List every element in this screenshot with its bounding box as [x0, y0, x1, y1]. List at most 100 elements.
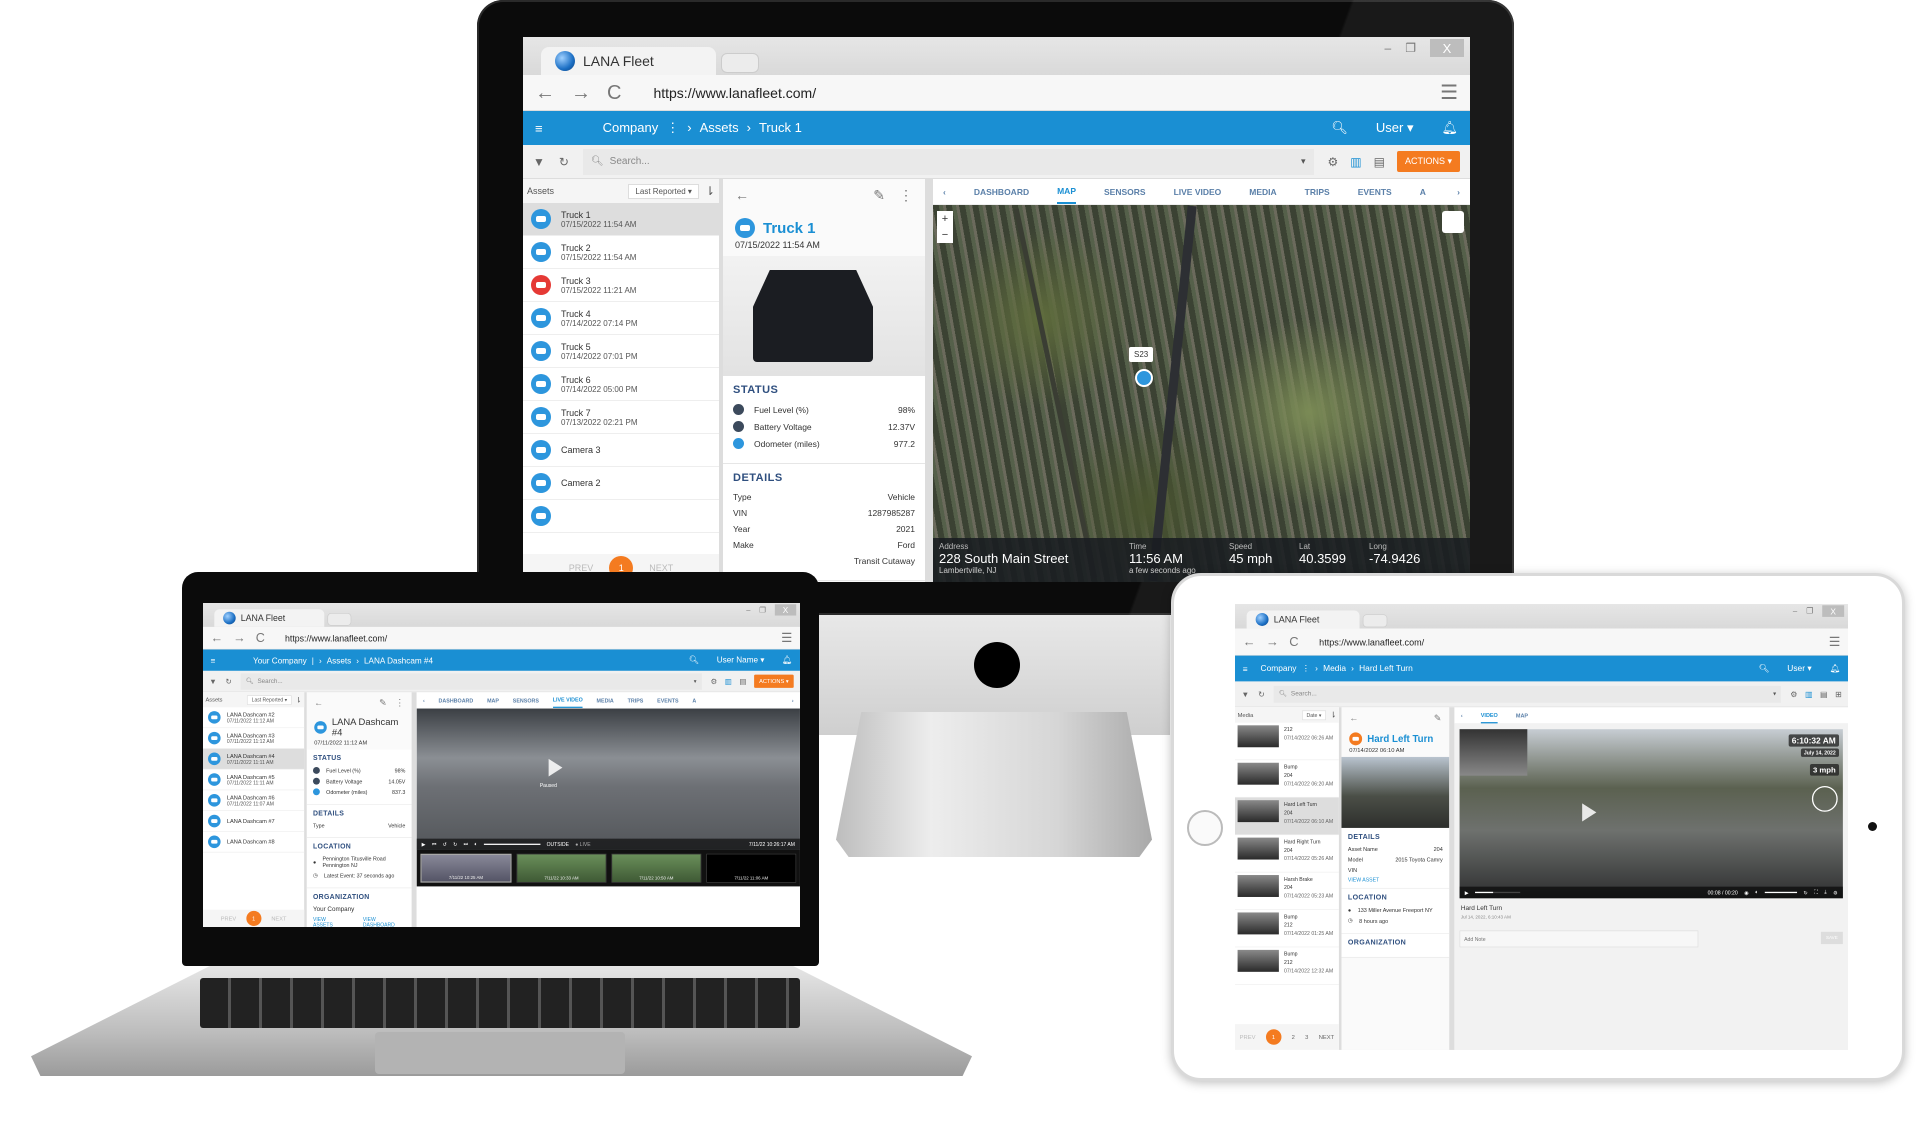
breadcrumb-assets[interactable]: Assets	[327, 655, 352, 664]
caret-down-icon[interactable]: ▾	[1773, 690, 1776, 697]
breadcrumb-company[interactable]: Company	[603, 120, 659, 136]
fullscreen-icon[interactable]: ⛶	[1814, 889, 1818, 895]
search-icon[interactable]: 🔍︎	[689, 655, 699, 665]
tab-sensors[interactable]: SENSORS	[513, 697, 539, 703]
new-tab-button[interactable]	[327, 613, 352, 626]
camera-toggle[interactable]: ◉	[1744, 890, 1749, 896]
sort-icon[interactable]: ⇂	[705, 184, 715, 198]
search-icon[interactable]: 🔍︎	[1331, 120, 1348, 136]
forward-icon[interactable]: →	[233, 632, 246, 645]
tab-live-video[interactable]: LIVE VIDEO	[552, 692, 583, 708]
page-1-button[interactable]: 1	[246, 910, 262, 926]
media-list-item[interactable]: Harsh Brake 204 07/14/2022 05:23 AM	[1235, 872, 1339, 910]
hamburger-icon[interactable]: ≡	[1243, 664, 1248, 674]
asset-list-item[interactable]: LANA Dashcam #3 07/11/2022 11:12 AM	[203, 728, 305, 749]
tab-video[interactable]: VIDEO	[1480, 707, 1498, 724]
search-input[interactable]: 🔍︎ Search... ▾	[1273, 685, 1782, 703]
media-list-item[interactable]: Bump 212 07/14/2022 12:32 AM	[1235, 947, 1339, 985]
restore-button[interactable]: ❐	[759, 606, 766, 615]
video-thumbnail[interactable]: 7/11/22 10:50 AM	[611, 853, 702, 883]
asset-list-item[interactable]: LANA Dashcam #7	[203, 811, 305, 832]
seek-slider[interactable]	[1475, 891, 1521, 894]
restore-button[interactable]: ❐	[1806, 607, 1813, 616]
actions-button[interactable]: ACTIONS ▾	[754, 674, 794, 688]
edit-icon[interactable]: ✎	[379, 697, 386, 708]
tab-map[interactable]: MAP	[487, 697, 499, 703]
browser-menu-icon[interactable]: ☰	[1440, 80, 1458, 105]
satellite-map[interactable]: S23 + − Address 228 South Main Street Lamb…	[933, 205, 1470, 582]
back-icon[interactable]: ←	[1243, 635, 1256, 648]
add-note-input[interactable]	[1459, 930, 1699, 948]
sort-icon[interactable]: ⇂	[1330, 710, 1336, 719]
tab-sensors[interactable]: SENSORS	[1104, 187, 1146, 197]
media-list-item[interactable]: Hard Left Turn 204 07/14/2022 06:10 AM	[1235, 797, 1339, 836]
url-field[interactable]: https://www.lanafleet.com/	[285, 633, 387, 643]
tab-media[interactable]: MEDIA	[1249, 187, 1276, 197]
close-button[interactable]: X	[1822, 605, 1845, 617]
sort-icon[interactable]: ⇂	[295, 695, 301, 704]
tablet-home-button[interactable]	[1187, 810, 1223, 846]
chevron-left-icon[interactable]: ‹	[1461, 712, 1463, 718]
gear-icon[interactable]: ⚙	[1833, 890, 1838, 896]
breadcrumb-company[interactable]: Company	[1261, 663, 1297, 673]
list-view-icon[interactable]: ▤	[1820, 690, 1827, 699]
gear-icon[interactable]: ⚙	[710, 677, 717, 686]
bell-icon[interactable]: 🔔︎	[1441, 120, 1458, 136]
back-icon[interactable]: ←	[211, 632, 224, 645]
minimize-button[interactable]: –	[1385, 41, 1392, 55]
chevron-right-icon[interactable]: ›	[792, 697, 794, 703]
prev-button[interactable]: PREV	[221, 915, 236, 921]
list-view-icon[interactable]: ▤	[739, 677, 746, 686]
asset-list-item[interactable]: Truck 5 07/14/2022 07:01 PM	[523, 335, 719, 368]
media-list-item[interactable]: Bump 212 07/14/2022 01:25 AM	[1235, 910, 1339, 948]
asset-list-item[interactable]: LANA Dashcam #6 07/11/2022 11:07 AM	[203, 790, 305, 812]
reload-icon[interactable]: C	[1289, 635, 1298, 648]
user-menu[interactable]: User ▾	[1787, 663, 1811, 673]
layers-icon[interactable]	[1442, 211, 1464, 233]
zoom-in-button[interactable]: +	[937, 211, 953, 227]
asset-list-item[interactable]	[523, 500, 719, 533]
browser-menu-icon[interactable]: ☰	[1829, 634, 1841, 650]
edit-icon[interactable]: ✎	[873, 187, 885, 204]
event-snapshot[interactable]	[1341, 756, 1450, 828]
url-field[interactable]: https://www.lanafleet.com/	[653, 85, 816, 101]
view-assets-link[interactable]: VIEW ASSETS	[313, 917, 344, 927]
browser-tab[interactable]: LANA Fleet	[214, 609, 325, 627]
user-menu[interactable]: User ▾	[1376, 120, 1414, 136]
more-icon[interactable]: ⋮	[899, 187, 913, 204]
tab-map[interactable]: MAP	[1516, 712, 1528, 718]
page-2-button[interactable]: 2	[1292, 1034, 1295, 1040]
actions-button[interactable]: ACTIONS ▾	[1396, 151, 1460, 172]
asset-list-item[interactable]: Truck 3 07/15/2022 11:21 AM	[523, 269, 719, 302]
forward-button[interactable]: ↻	[453, 841, 457, 847]
map-view-icon[interactable]: ▥	[1350, 155, 1361, 169]
next-button[interactable]: NEXT	[1319, 1034, 1334, 1040]
sort-select[interactable]: Date ▾	[1301, 710, 1326, 720]
asset-list-item[interactable]: LANA Dashcam #4 07/11/2022 11:11 AM	[203, 748, 305, 770]
minimize-button[interactable]: –	[746, 606, 750, 615]
view-dashboard-link[interactable]: VIEW DASHBOARD	[363, 917, 405, 927]
caret-down-icon[interactable]: ▾	[1301, 156, 1306, 167]
play-icon[interactable]	[548, 758, 563, 777]
caret-down-icon[interactable]: ▾	[694, 678, 697, 685]
chevron-right-icon[interactable]: ›	[1457, 187, 1460, 197]
video-thumbnail[interactable]: 7/11/22 10:25 AM	[420, 853, 512, 883]
media-list-item[interactable]: 212 07/14/2022 06:26 AM	[1235, 723, 1339, 761]
hamburger-icon[interactable]: ≡	[211, 655, 216, 664]
play-button[interactable]: ▶	[422, 841, 426, 847]
tab-a[interactable]: A	[1420, 187, 1426, 197]
asset-list-item[interactable]: Truck 6 07/14/2022 05:00 PM	[523, 368, 719, 401]
play-button[interactable]: ▶	[1465, 890, 1469, 896]
refresh-icon[interactable]: ↻	[559, 155, 569, 169]
bell-icon[interactable]: 🔔︎	[1830, 663, 1841, 673]
sort-select[interactable]: Last Reported ▾	[247, 695, 292, 705]
asset-list-item[interactable]: LANA Dashcam #8	[203, 832, 305, 853]
more-icon[interactable]: ⋮	[395, 697, 404, 708]
tab-map[interactable]: MAP	[1057, 179, 1076, 204]
video-thumbnail[interactable]: 7/11/22 11:06 AM	[706, 853, 797, 883]
reload-icon[interactable]: C	[256, 632, 265, 645]
grid-view-icon[interactable]: ⊞	[1835, 690, 1841, 699]
volume-icon[interactable]: 🔈︎	[1755, 889, 1758, 895]
breadcrumb-media[interactable]: Media	[1323, 663, 1346, 673]
rewind-button[interactable]: ↺	[443, 841, 447, 847]
